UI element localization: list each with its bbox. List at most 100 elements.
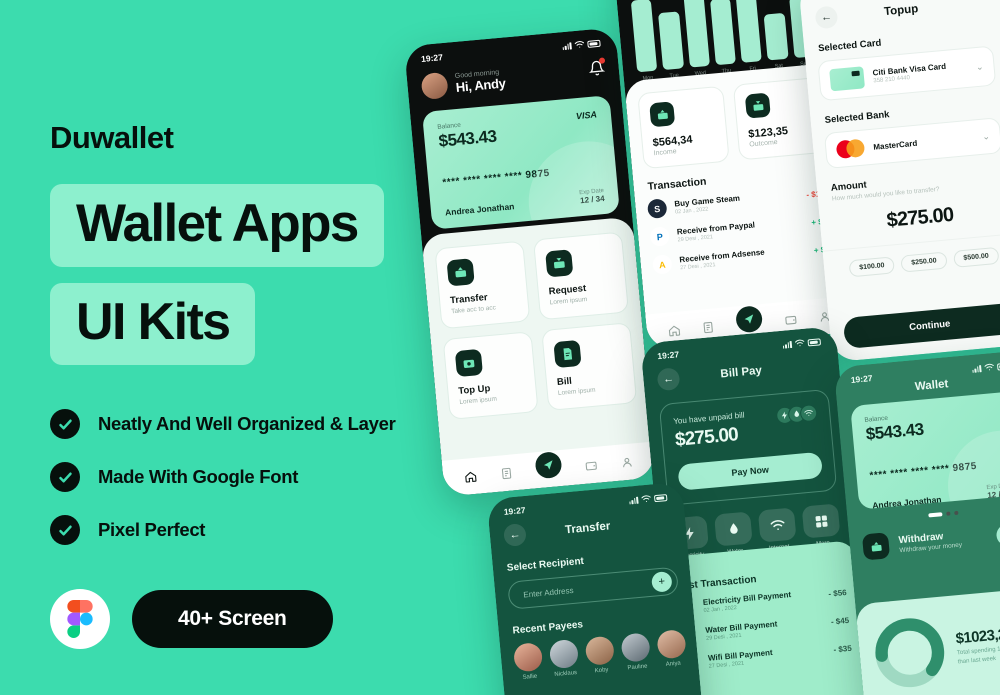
battery-icon: [587, 39, 601, 48]
signal-icon: [782, 340, 793, 349]
address-input[interactable]: Enter Address +: [507, 566, 680, 610]
outcome-icon: [744, 92, 771, 119]
arrow-left-icon[interactable]: ←: [656, 367, 681, 392]
payee-name: Pauline: [627, 663, 648, 672]
payee-item[interactable]: Sallie: [512, 642, 544, 681]
brand-name: Duwallet: [50, 120, 174, 155]
paypal-icon: P: [649, 226, 671, 247]
arrow-left-icon[interactable]: ←: [814, 5, 839, 30]
card-holder: Andrea Jonathan: [871, 494, 942, 510]
feature-label: Made With Google Font: [98, 466, 299, 488]
bill-transaction-amount: - $56: [828, 587, 847, 599]
request-icon: [545, 249, 574, 278]
status-icons: [629, 493, 668, 505]
chevron-down-icon[interactable]: ⌄: [976, 61, 985, 73]
droplet-icon: [713, 511, 753, 547]
action-card-request[interactable]: Request Lorem ipsum: [532, 231, 629, 321]
bar: [709, 0, 737, 66]
phone-mockup-topup: 19:27 ← Topup Selected Card Citi Bank Vi…: [798, 0, 1000, 363]
bar: [630, 0, 658, 73]
status-icons: [782, 337, 822, 349]
payee-name: Koby: [594, 667, 609, 675]
action-card-bill[interactable]: Bill Lorem ipsum: [541, 322, 638, 411]
wallet-card[interactable]: Balance $543.43 **** **** **** **** 9875…: [850, 391, 1000, 510]
headline-line-2: UI Kits: [76, 293, 231, 352]
headline-line-1: Wallet Apps: [76, 194, 359, 253]
selected-bank-select[interactable]: MasterCard ⌄: [823, 117, 1000, 169]
promo-panel: Duwallet Wallet Apps UI Kits Neatly And …: [50, 120, 480, 650]
headline-box-secondary: UI Kits: [50, 283, 256, 366]
headline-box-primary: Wallet Apps: [50, 184, 384, 268]
promo-poster: Duwallet Wallet Apps UI Kits Neatly And …: [0, 0, 1000, 695]
payee-item[interactable]: Koby: [584, 635, 616, 675]
bar-column: Tue: [656, 0, 685, 80]
document-icon[interactable]: [500, 466, 514, 480]
avatar: [548, 638, 580, 670]
send-icon[interactable]: [734, 305, 764, 334]
pay-now-button[interactable]: Pay Now: [677, 451, 824, 491]
feature-label: Pixel Perfect: [98, 519, 206, 541]
wallet-icon[interactable]: [783, 312, 797, 326]
payee-item[interactable]: Pauline: [620, 632, 651, 671]
status-time: 19:27: [503, 504, 526, 517]
payee-item[interactable]: Aniya: [656, 629, 687, 668]
bank-name: MasterCard: [872, 138, 918, 152]
quick-amount-chips: $100.00 $250.00 $500.00: [822, 232, 1000, 280]
avatar[interactable]: [420, 71, 449, 101]
income-card[interactable]: $564,34 Income: [637, 85, 730, 170]
address-placeholder: Enter Address: [522, 585, 574, 599]
bar: [763, 12, 789, 61]
payee-name: Sallie: [522, 673, 538, 681]
bar: [682, 0, 710, 68]
bar-column: Sat: [761, 0, 790, 70]
card-exp-label: Exp Date: [986, 483, 1000, 492]
document-icon[interactable]: [701, 320, 715, 334]
grid-icon: [801, 503, 841, 539]
continue-button[interactable]: Continue: [842, 302, 1000, 350]
plus-icon[interactable]: +: [650, 571, 673, 593]
amount-value[interactable]: $275.00: [819, 198, 1000, 239]
avatar: [584, 635, 616, 666]
bill-transaction-row[interactable]: Water Bill Payment 29 Desi , 2021 - $45: [679, 612, 850, 644]
card-exp: 12 / 34: [579, 194, 605, 206]
steam-icon: S: [646, 198, 668, 219]
wallet-icon[interactable]: [584, 458, 598, 472]
payee-item[interactable]: Nicklaus: [548, 638, 580, 678]
quick-amount-chip[interactable]: $100.00: [848, 256, 896, 278]
avatar: [656, 629, 687, 660]
card-thumbnail: [829, 66, 866, 92]
screen-count-badge[interactable]: 40+ Screen: [132, 590, 333, 649]
arrow-left-icon[interactable]: ←: [503, 523, 527, 547]
feature-item: Neatly And Well Organized & Layer: [50, 409, 480, 440]
withdraw-icon: [861, 532, 891, 561]
adsense-icon: A: [651, 254, 673, 275]
feature-list: Neatly And Well Organized & Layer Made W…: [50, 409, 480, 546]
bill-transaction-amount: - $45: [830, 615, 850, 627]
quick-amount-chip[interactable]: $250.00: [900, 251, 948, 273]
wifi-icon: [795, 339, 805, 347]
nav-header: ← Topup: [800, 0, 1000, 31]
bar-column: Fri: [734, 0, 764, 73]
bill-transaction-row[interactable]: Wifi Bill Payment 27 Desi , 2021 - $35: [682, 640, 853, 672]
income-icon: [649, 101, 676, 128]
mastercard-icon: [835, 138, 866, 160]
spending-sheet: $1023,2 Total spending 10% higher than l…: [855, 587, 1000, 695]
transaction-row[interactable]: A Receive from Adsense 27 Desi , 2021 + …: [651, 239, 835, 275]
quick-amount-chip[interactable]: $500.00: [952, 246, 1000, 268]
battery-icon: [807, 337, 822, 346]
status-time: 19:27: [656, 349, 680, 362]
chevron-down-icon[interactable]: ⌄: [982, 131, 991, 143]
send-icon[interactable]: [534, 451, 563, 480]
profile-icon[interactable]: [620, 455, 634, 469]
bar-column: Mon: [630, 0, 659, 82]
battery-icon: [653, 493, 668, 502]
status-time: 19:27: [420, 52, 444, 65]
selected-card-select[interactable]: Citi Bank Visa Card 358 210 4440 ⌄: [817, 45, 997, 102]
home-icon[interactable]: [667, 323, 681, 337]
status-time: 19:27: [850, 373, 873, 385]
wifi-icon: [799, 403, 818, 423]
bill-icon: [553, 339, 582, 369]
payee-name: Nicklaus: [554, 669, 578, 678]
wifi-icon: [757, 507, 797, 543]
withdraw-button[interactable]: W: [996, 522, 1000, 546]
